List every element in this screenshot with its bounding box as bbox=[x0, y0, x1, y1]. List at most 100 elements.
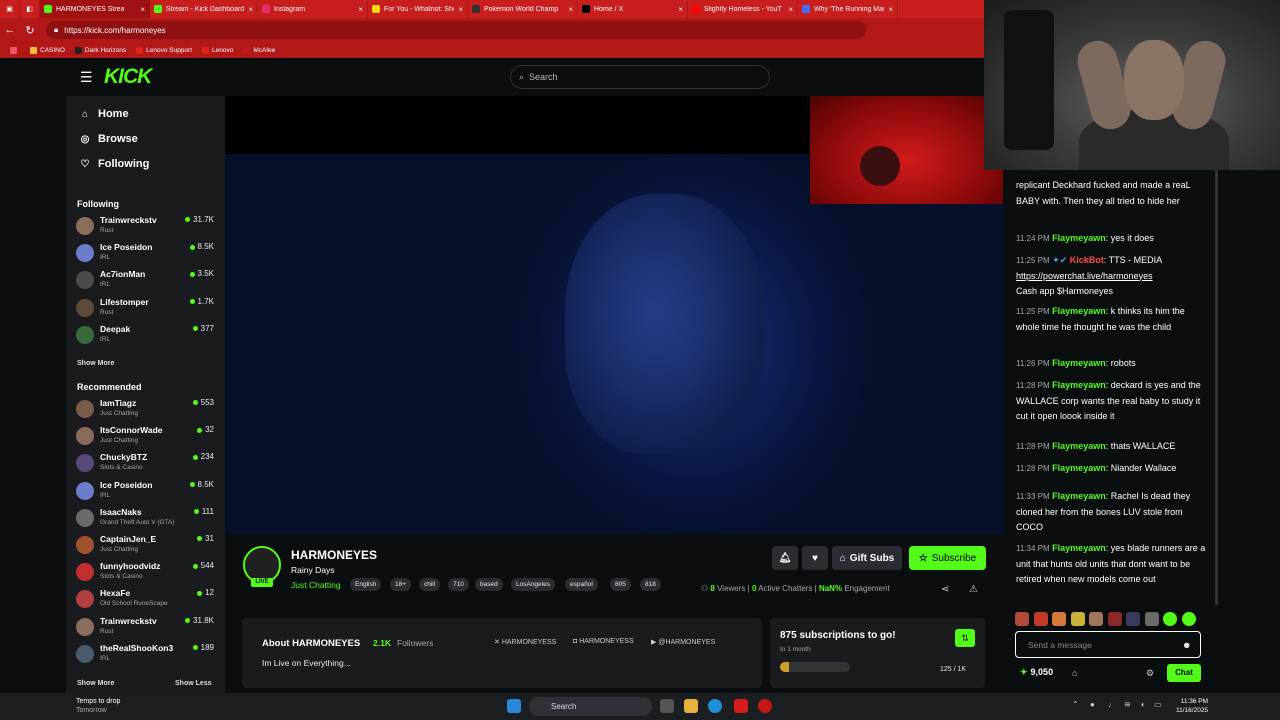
windows-start-icon[interactable] bbox=[507, 699, 521, 713]
channel-row[interactable]: Ice Poseidon IRL 8.5K bbox=[76, 478, 216, 504]
browser-tab[interactable]: Stream - Kick Dashboard × bbox=[150, 0, 258, 18]
close-tab-icon[interactable]: × bbox=[674, 5, 683, 14]
close-tab-icon[interactable]: × bbox=[784, 5, 793, 14]
chat-username[interactable]: KickBot bbox=[1070, 255, 1104, 265]
show-more-recommended-button[interactable]: Show More bbox=[77, 680, 114, 687]
close-tab-icon[interactable]: × bbox=[244, 5, 253, 14]
task-view-icon[interactable] bbox=[660, 699, 674, 713]
instagram-link[interactable]: ◘ HARMONEYESS bbox=[573, 638, 634, 645]
close-tab-icon[interactable]: × bbox=[454, 5, 463, 14]
gear-icon[interactable]: ⚙ bbox=[1146, 668, 1154, 679]
edge-icon[interactable] bbox=[708, 699, 722, 713]
emote-icon[interactable] bbox=[1144, 612, 1159, 626]
emote-icon[interactable] bbox=[1181, 612, 1196, 626]
youtube-link[interactable]: ▶ @HARMONEYES bbox=[651, 638, 715, 646]
tray-app-icon[interactable]: ● bbox=[1090, 700, 1095, 709]
nav-browse[interactable]: ◎ Browse bbox=[78, 133, 138, 145]
close-tab-icon[interactable]: × bbox=[354, 5, 363, 14]
bookmark-casino[interactable]: CASINO bbox=[30, 46, 65, 54]
bookmark-dark-horizons[interactable]: Dark Horizons bbox=[74, 46, 126, 54]
emote-icon[interactable] bbox=[1089, 612, 1103, 626]
chat-username[interactable]: Flaymeyawn bbox=[1052, 543, 1106, 553]
subscribe-button[interactable]: ☆ Subscribe bbox=[909, 546, 986, 570]
share-icon[interactable]: ⋖ bbox=[941, 584, 949, 595]
workspaces-icon[interactable]: ▣ bbox=[0, 0, 20, 18]
youtube-app-icon[interactable] bbox=[734, 699, 748, 713]
chat-username[interactable]: Flaymeyawn bbox=[1052, 491, 1106, 501]
gift-icon[interactable]: ⌂ bbox=[1072, 668, 1077, 678]
bookmark-lenovo[interactable]: Lenovo bbox=[202, 46, 233, 54]
channel-row[interactable]: Trainwreckstv Rust 31.7K bbox=[76, 213, 216, 239]
emote-icon[interactable] bbox=[1163, 612, 1177, 626]
stream-tag[interactable]: LosAngeles bbox=[511, 578, 555, 591]
bookmark-lenovo-support[interactable]: Lenovo Support bbox=[136, 46, 192, 54]
search-input[interactable]: ⌕ Search bbox=[510, 65, 770, 89]
battery-icon[interactable]: ▭ bbox=[1154, 700, 1162, 709]
stream-tag[interactable]: 18+ bbox=[390, 578, 412, 591]
bookmark-mcafee[interactable]: McAfee bbox=[243, 46, 275, 54]
stream-tag[interactable]: 805 bbox=[610, 578, 631, 591]
chat-input[interactable]: Send a message bbox=[1015, 631, 1201, 658]
taskbar-search[interactable]: Search bbox=[529, 697, 652, 716]
browser-tab[interactable]: Why 'The Running Man' × bbox=[798, 0, 898, 18]
chat-username[interactable]: Flaymeyawn bbox=[1052, 380, 1106, 390]
refresh-icon[interactable]: ↻ bbox=[20, 24, 40, 37]
show-more-following-button[interactable]: Show More bbox=[77, 360, 114, 367]
notification-button[interactable]: 🔔︎ bbox=[772, 546, 798, 570]
browser-tab[interactable]: Home / X × bbox=[578, 0, 688, 18]
stream-tag[interactable]: chill bbox=[419, 578, 441, 591]
weather-widget[interactable]: Temps to drop Tomorrow bbox=[76, 697, 120, 715]
channel-name[interactable]: HARMONEYES bbox=[291, 548, 377, 562]
channel-row[interactable]: Ac7ionMan IRL 3.5K bbox=[76, 267, 216, 293]
browser-app-icon[interactable] bbox=[758, 699, 772, 713]
gift-subs-button[interactable]: ⌂ Gift Subs bbox=[832, 546, 902, 570]
tray-chevron-icon[interactable]: ⌃ bbox=[1072, 700, 1079, 709]
channel-row[interactable]: ItsConnorWade Just Chatting 32 bbox=[76, 423, 216, 449]
channel-row[interactable]: IamTiagz Just Chatting 553 bbox=[76, 396, 216, 422]
emoji-icon[interactable]: ☻ bbox=[1182, 640, 1191, 650]
kick-logo[interactable]: KICK bbox=[104, 65, 152, 89]
browser-tab[interactable]: Pokemon World Champ × bbox=[468, 0, 578, 18]
channel-row[interactable]: Trainwreckstv Rust 31.8K bbox=[76, 614, 216, 640]
back-icon[interactable]: ← bbox=[0, 24, 20, 36]
tab-actions-icon[interactable]: ◧ bbox=[20, 0, 40, 18]
channel-points[interactable]: ✦ 9,050 bbox=[1020, 667, 1053, 678]
show-less-button[interactable]: Show Less bbox=[175, 680, 212, 687]
channel-row[interactable]: funnyhoodvidz Slots & Casino 544 bbox=[76, 559, 216, 585]
chat-username[interactable]: Flaymeyawn bbox=[1052, 463, 1106, 473]
channel-row[interactable]: HexaFe Old School RuneScape 12 bbox=[76, 586, 216, 612]
browser-tab[interactable]: HARMONEYES Strea × bbox=[40, 0, 150, 18]
emote-icon[interactable] bbox=[1015, 612, 1029, 626]
chat-username[interactable]: Flaymeyawn bbox=[1052, 358, 1106, 368]
emote-icon[interactable] bbox=[1107, 612, 1122, 626]
channel-row[interactable]: ChuckyBTZ Slots & Casino 234 bbox=[76, 450, 216, 476]
browser-tab[interactable]: For You - Whatnot: Shop × bbox=[368, 0, 468, 18]
nav-following[interactable]: ♡ Following bbox=[78, 158, 150, 170]
stream-tag[interactable]: 818 bbox=[640, 578, 661, 591]
close-tab-icon[interactable]: × bbox=[136, 5, 145, 14]
chat-username[interactable]: Flaymeyawn bbox=[1052, 306, 1106, 316]
report-icon[interactable]: ⚠ bbox=[969, 584, 978, 595]
channel-row[interactable]: Deepak IRL 377 bbox=[76, 322, 216, 348]
channel-row[interactable]: CaptainJen_E Just Chatting 31 bbox=[76, 532, 216, 558]
clock[interactable]: 11:36 PM 11/16/2025 bbox=[1176, 697, 1208, 715]
close-tab-icon[interactable]: × bbox=[564, 5, 573, 14]
chat-link[interactable]: https://powerchat.live/harmoneyes bbox=[1016, 271, 1153, 281]
channel-row[interactable]: theRealShooKon3 IRL 189 bbox=[76, 641, 216, 667]
wifi-icon[interactable]: ≋ bbox=[1124, 700, 1131, 709]
chat-username[interactable]: Flaymeyawn bbox=[1052, 233, 1106, 243]
emote-icon[interactable] bbox=[1126, 612, 1140, 626]
nav-home[interactable]: ⌂ Home bbox=[78, 108, 129, 120]
chat-username[interactable]: Flaymeyawn bbox=[1052, 441, 1106, 451]
url-field[interactable]: 🔒︎ https://kick.com/harmoneyes bbox=[46, 21, 866, 39]
file-explorer-icon[interactable] bbox=[684, 699, 698, 713]
channel-row[interactable]: IsaacNaks Grand Theft Auto V (GTA) 111 bbox=[76, 505, 216, 531]
stream-tag[interactable]: English bbox=[350, 578, 382, 591]
browser-tab[interactable]: Instagram × bbox=[258, 0, 368, 18]
emote-icon[interactable] bbox=[1070, 612, 1085, 626]
stream-tag[interactable]: español bbox=[565, 578, 598, 591]
volume-icon[interactable]: ◖ bbox=[1140, 700, 1145, 709]
emote-icon[interactable] bbox=[1052, 612, 1066, 626]
goal-action-button[interactable]: ⇅ bbox=[955, 629, 975, 647]
follow-button[interactable]: ♥ bbox=[802, 546, 828, 570]
